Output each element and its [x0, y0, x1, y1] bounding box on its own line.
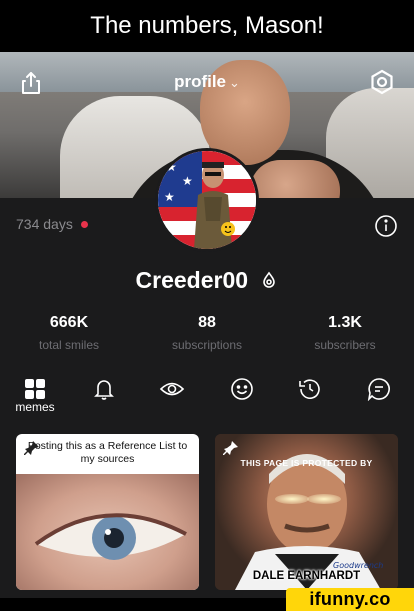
post-caption: Posting this as a Reference List to my s… — [27, 440, 188, 465]
svg-text:Goodwrench: Goodwrench — [333, 561, 383, 570]
chevron-down-icon: ⌄ — [229, 75, 240, 90]
post-image — [16, 474, 199, 590]
post-card[interactable]: Posting this as a Reference List to my s… — [16, 434, 199, 590]
stat-value: 1.3K — [328, 314, 362, 331]
tab-memes-label[interactable]: memes — [6, 400, 64, 414]
stat-label: total smiles — [38, 338, 100, 352]
username-text: Creeder00 — [135, 267, 249, 293]
laser-eye-left — [275, 494, 309, 504]
stat-label: subscribers — [314, 338, 376, 352]
meme-caption: The numbers, Mason! — [0, 0, 414, 52]
cover-fist — [250, 160, 340, 198]
days-label: 734 days — [16, 216, 73, 232]
eye-icon — [159, 382, 185, 396]
avatar[interactable]: ★ ★ ★ — [155, 148, 259, 252]
page-title[interactable]: profile ⌄ — [0, 72, 414, 92]
stat-value: 666K — [49, 314, 89, 331]
stat-label: subscriptions — [171, 338, 243, 352]
history-icon — [299, 379, 320, 399]
post-banner: THIS PAGE IS PROTECTED BY — [240, 458, 373, 468]
pin-icon — [24, 440, 40, 456]
drop-badge-icon[interactable] — [260, 268, 278, 295]
tab-notifications[interactable] — [84, 374, 124, 404]
stat-total-smiles[interactable]: 666K total smiles — [0, 314, 138, 352]
bell-icon — [94, 380, 114, 400]
svg-text:★: ★ — [164, 190, 175, 204]
tab-smiles[interactable] — [222, 374, 262, 404]
watermark: ifunny.co — [286, 588, 414, 611]
grid-icon — [25, 379, 45, 399]
comment-icon — [367, 378, 390, 401]
svg-text:★: ★ — [182, 174, 193, 188]
top-bar: profile ⌄ — [0, 66, 414, 98]
stat-subscriptions[interactable]: 88 subscriptions — [138, 314, 276, 352]
post-name: DALE EARNHARDT — [252, 570, 361, 582]
username: Creeder00 — [0, 267, 414, 295]
tab-comments[interactable] — [359, 374, 399, 404]
tab-views[interactable] — [152, 374, 192, 404]
tab-history[interactable] — [290, 374, 330, 404]
status-dot — [80, 220, 88, 228]
page-title-text: profile — [174, 72, 227, 91]
post-card[interactable]: Goodwrench THIS PAGE IS PROTECTED BY DAL… — [215, 434, 398, 590]
pin-icon — [223, 440, 239, 456]
info-icon[interactable] — [374, 214, 398, 238]
settings-icon[interactable] — [368, 68, 396, 96]
laser-eye-right — [307, 494, 341, 504]
watermark-text: ifunny.co — [309, 589, 391, 609]
smiley-icon — [231, 378, 253, 400]
stat-value: 88 — [198, 314, 216, 331]
profile-stats: 666K total smiles 88 subscriptions 1.3K … — [0, 314, 414, 352]
days-counter: 734 days — [16, 216, 88, 232]
stat-subscribers[interactable]: 1.3K subscribers — [276, 314, 414, 352]
